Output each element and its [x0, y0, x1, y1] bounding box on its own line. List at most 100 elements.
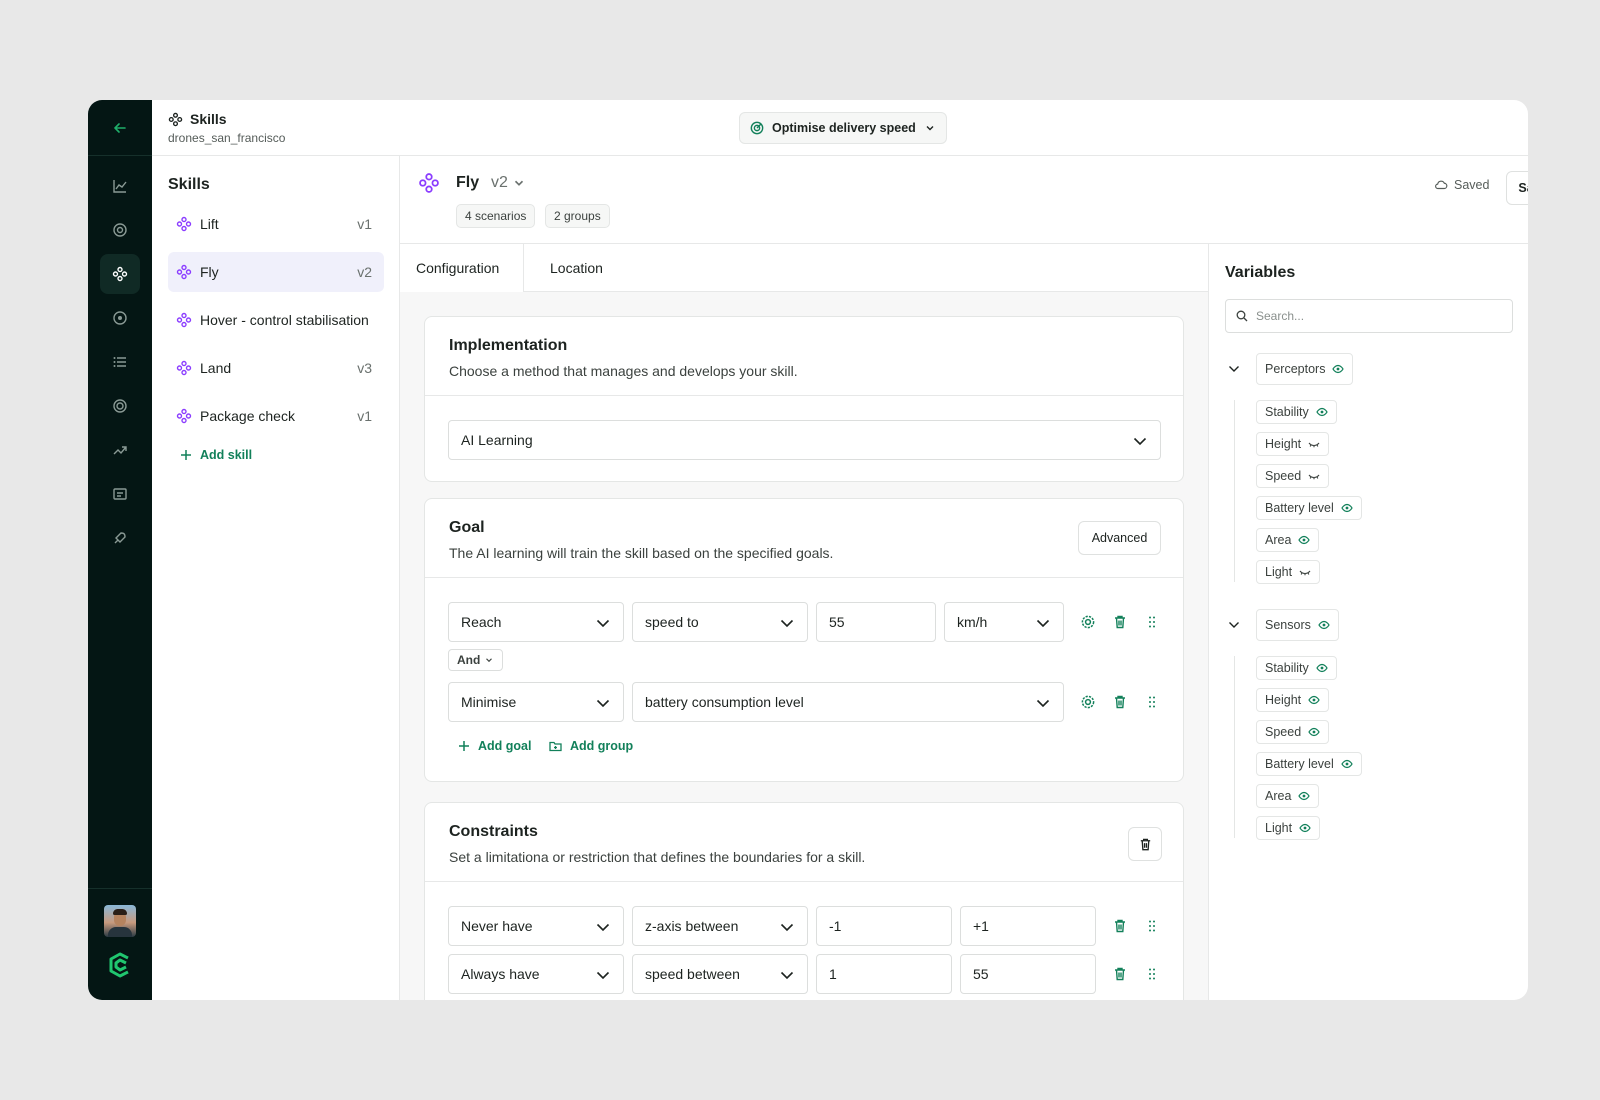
skill-icon [176, 360, 192, 376]
nav-deploy[interactable] [100, 518, 140, 558]
eye-icon[interactable] [1298, 790, 1311, 802]
constraint1-from-input[interactable]: -1 [816, 906, 952, 946]
drag-handle-icon[interactable] [1144, 614, 1160, 630]
nav-trends[interactable] [100, 430, 140, 470]
drag-handle-icon[interactable] [1144, 694, 1160, 710]
eye-icon[interactable] [1299, 822, 1311, 834]
gear-icon[interactable] [1080, 614, 1096, 630]
add-goal-button[interactable]: Add goal [458, 739, 531, 753]
nav-analytics[interactable] [100, 166, 140, 206]
tab-location[interactable]: Location [534, 244, 619, 292]
chevron-down-icon [596, 699, 610, 708]
constraint2-mode-select[interactable]: Always have [448, 954, 624, 994]
variable-perceptors-height[interactable]: Height [1256, 432, 1330, 456]
add-group-label: Add group [570, 739, 634, 753]
variables-search-input[interactable]: Search... [1225, 299, 1513, 333]
plus-icon [181, 450, 191, 460]
eye-off-icon[interactable] [1308, 438, 1320, 450]
add-skill-button[interactable]: Add skill [180, 448, 252, 462]
add-skill-label: Add skill [200, 448, 253, 462]
nav-goals[interactable] [100, 386, 140, 426]
skill-title: Fly [456, 174, 480, 191]
skill-item-land[interactable]: Land v3 [168, 348, 384, 388]
variable-perceptors-stability[interactable]: Stability [1256, 400, 1337, 424]
constraint1-target-select[interactable]: z-axis between [632, 906, 808, 946]
eye-icon[interactable] [1316, 406, 1328, 418]
eye-icon[interactable] [1298, 534, 1311, 546]
goal2-target-select[interactable]: battery consumption level [632, 682, 1064, 722]
nav-sensors[interactable] [100, 298, 140, 338]
report-icon [113, 488, 127, 500]
implementation-method-select[interactable]: AI Learning [448, 420, 1161, 460]
implementation-description: Choose a method that manages and develop… [449, 363, 798, 379]
chevron-down-icon[interactable] [1227, 362, 1241, 376]
constraint1-to-input[interactable]: +1 [960, 906, 1096, 946]
goal2-action-select[interactable]: Minimise [448, 682, 624, 722]
eye-icon[interactable] [1318, 619, 1330, 631]
eye-icon[interactable] [1341, 758, 1353, 770]
chevron-down-icon [780, 619, 794, 628]
goal-action-select[interactable]: Reach [448, 602, 624, 642]
add-group-button[interactable]: Add group [549, 739, 633, 753]
goal-target-value: speed to [645, 614, 699, 630]
goal-connector-value: And [457, 653, 481, 667]
goal-connector-select[interactable]: And [448, 649, 504, 671]
goal-value-input[interactable]: 55 [816, 602, 936, 642]
trash-icon[interactable] [1112, 966, 1128, 982]
variable-group-perceptors[interactable]: Perceptors [1256, 353, 1354, 385]
drag-handle-icon[interactable] [1144, 966, 1160, 982]
groups-tag[interactable]: 2 groups [545, 204, 610, 228]
variable-perceptors-light[interactable]: Light [1256, 560, 1321, 584]
eye-icon[interactable] [1316, 662, 1328, 674]
drag-handle-icon[interactable] [1144, 918, 1160, 934]
nav-reports[interactable] [100, 474, 140, 514]
chevron-down-icon[interactable] [1227, 618, 1241, 632]
skill-item-lift[interactable]: Lift v1 [168, 204, 384, 244]
variable-sensors-light[interactable]: Light [1256, 816, 1321, 840]
skill-item-fly[interactable]: Fly v2 [168, 252, 384, 292]
eye-icon[interactable] [1308, 694, 1320, 706]
constraint2-target-select[interactable]: speed between [632, 954, 808, 994]
variable-sensors-height[interactable]: Height [1256, 688, 1330, 712]
variable-perceptors-area[interactable]: Area [1256, 528, 1320, 552]
nav-skills[interactable] [100, 254, 140, 294]
trash-icon[interactable] [1112, 918, 1128, 934]
constraint2-from-input[interactable]: 1 [816, 954, 952, 994]
scenarios-tag[interactable]: 4 scenarios [456, 204, 536, 228]
variable-perceptors-speed[interactable]: Speed [1256, 464, 1330, 488]
skill-item-hover[interactable]: Hover - control stabilisation [168, 300, 384, 340]
constraints-card: Constraints Set a limitationa or restric… [424, 802, 1184, 1000]
eye-icon[interactable] [1308, 726, 1320, 738]
variable-perceptors-battery-level[interactable]: Battery level [1256, 496, 1362, 520]
variable-sensors-stability[interactable]: Stability [1256, 656, 1337, 680]
goal-target-select[interactable]: speed to [632, 602, 808, 642]
skill-version: v2 [357, 264, 372, 280]
chevron-down-icon [926, 126, 934, 131]
tab-bar: Configuration Location [400, 244, 1208, 292]
back-button[interactable] [88, 100, 152, 156]
avatar[interactable] [104, 905, 136, 937]
tab-configuration[interactable]: Configuration [400, 244, 524, 292]
gear-icon[interactable] [1080, 694, 1096, 710]
goal-selector[interactable]: Optimise delivery speed [739, 112, 947, 144]
eye-icon[interactable] [1341, 502, 1353, 514]
delete-constraints-button[interactable] [1128, 827, 1162, 861]
eye-off-icon[interactable] [1299, 566, 1311, 578]
variable-sensors-speed[interactable]: Speed [1256, 720, 1330, 744]
variable-group-sensors[interactable]: Sensors [1256, 609, 1339, 641]
trash-icon[interactable] [1112, 614, 1128, 630]
variable-sensors-area[interactable]: Area [1256, 784, 1320, 808]
save-button[interactable]: Save [1506, 171, 1528, 205]
variable-sensors-battery-level[interactable]: Battery level [1256, 752, 1362, 776]
advanced-button[interactable]: Advanced [1078, 521, 1161, 555]
constraint1-mode-select[interactable]: Never have [448, 906, 624, 946]
nav-help[interactable] [100, 210, 140, 250]
constraint2-to-input[interactable]: 55 [960, 954, 1096, 994]
nav-list[interactable] [100, 342, 140, 382]
trash-icon[interactable] [1112, 694, 1128, 710]
eye-off-icon[interactable] [1308, 470, 1320, 482]
version-selector[interactable]: v2 [491, 174, 526, 192]
skill-item-package-check[interactable]: Package check v1 [168, 396, 384, 436]
goal-unit-select[interactable]: km/h [944, 602, 1064, 642]
eye-icon[interactable] [1332, 363, 1345, 375]
